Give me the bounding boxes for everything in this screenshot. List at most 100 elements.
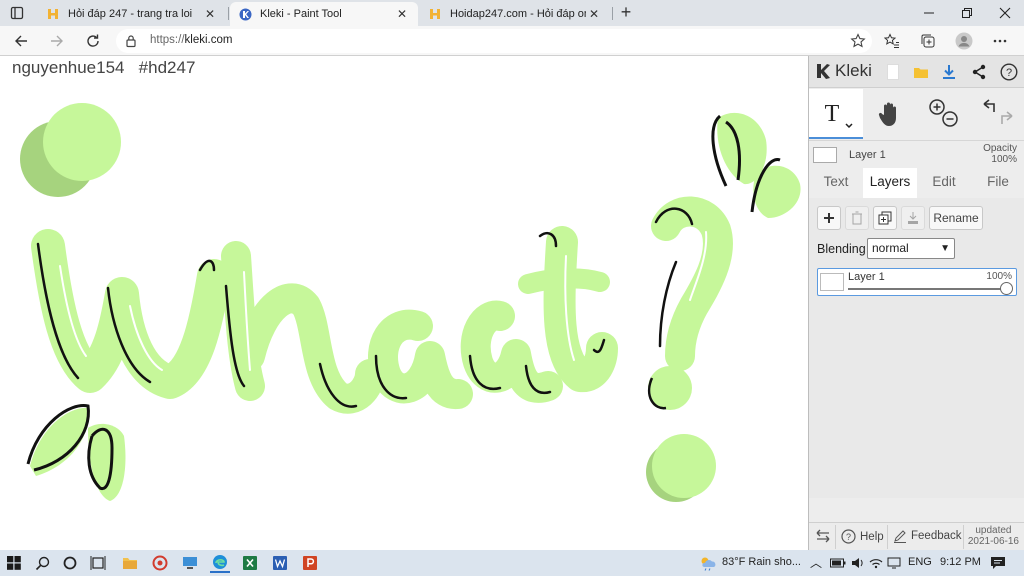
cortana-button[interactable] (60, 553, 80, 573)
updated-info[interactable]: updated 2021-06-16 (968, 525, 1019, 547)
kleki-header: Kleki ? (809, 56, 1024, 88)
browser-tab-kleki[interactable]: Kleki - Paint Tool ✕ (230, 2, 418, 26)
app-red-circle-icon (152, 555, 168, 571)
weather-text[interactable]: 83°F Rain sho... (722, 556, 801, 568)
search-button[interactable] (32, 553, 52, 573)
layer-opacity-slider-handle[interactable] (1000, 282, 1013, 295)
close-window-button[interactable] (986, 0, 1024, 26)
text-tool-icon: T (825, 101, 853, 129)
restore-button[interactable] (948, 0, 986, 26)
help-button[interactable]: ? (999, 62, 1019, 82)
tab-file[interactable]: File (971, 168, 1024, 198)
layer-thumbnail (820, 273, 844, 291)
wifi-icon[interactable] (866, 553, 886, 573)
browser-tab-hoidap-online[interactable]: Hoidap247.com - Hỏi đáp online ✕ (420, 2, 610, 26)
task-view-button[interactable] (88, 553, 108, 573)
address-bar[interactable]: https://kleki.com (116, 29, 872, 53)
profile-button[interactable] (954, 31, 974, 51)
forward-button[interactable] (46, 30, 68, 52)
edge-icon (213, 555, 227, 569)
windows-logo-icon (7, 556, 21, 570)
battery-icon[interactable] (828, 553, 848, 573)
favorites-button[interactable] (882, 31, 902, 51)
rename-layer-button[interactable]: Rename (929, 206, 983, 230)
text-tool-button[interactable]: T (809, 89, 863, 139)
question-circle-icon: ? (841, 529, 856, 544)
open-folder-button[interactable] (911, 62, 931, 82)
download-button[interactable] (939, 62, 959, 82)
clock-time[interactable]: 9:12 PM (940, 556, 981, 568)
refresh-icon (87, 34, 99, 47)
current-layer-summary[interactable]: Layer 1 Opacity 100% (809, 140, 1024, 170)
layer-opacity-slider-track[interactable] (848, 288, 1008, 290)
folder-icon (914, 68, 928, 78)
desktop-app-button[interactable] (180, 553, 200, 573)
blending-mode-select[interactable]: normal ▼ (867, 238, 955, 259)
excel-button[interactable] (240, 553, 260, 573)
merge-down-button[interactable] (901, 206, 925, 230)
edge-taskbar-button[interactable] (210, 553, 230, 573)
tab-actions-button[interactable] (0, 0, 34, 26)
volume-icon[interactable] (848, 553, 868, 573)
layer-list-item[interactable]: Layer 1 100% (817, 268, 1017, 296)
close-tab-icon[interactable]: ✕ (586, 7, 602, 21)
hand-tool-button[interactable] (863, 89, 917, 139)
app-button[interactable] (150, 553, 170, 573)
help-link[interactable]: ? Help (841, 529, 884, 544)
file-explorer-button[interactable] (120, 553, 140, 573)
close-tab-icon[interactable]: ✕ (394, 7, 410, 21)
layers-panel: Rename Blending normal ▼ Layer 1 100% (809, 198, 1024, 498)
notification-center-button[interactable] (988, 553, 1008, 573)
refresh-button[interactable] (82, 30, 104, 52)
back-button[interactable] (10, 30, 32, 52)
undo-redo-button[interactable] (971, 89, 1024, 139)
add-layer-button[interactable] (817, 206, 841, 230)
tab-edit[interactable]: Edit (917, 168, 971, 198)
duplicate-layer-button[interactable] (873, 206, 897, 230)
settings-more-button[interactable] (990, 31, 1010, 51)
weather-icon[interactable] (698, 553, 718, 573)
avatar-icon (955, 32, 973, 50)
minimize-button[interactable] (910, 0, 948, 26)
input-language[interactable]: ENG (908, 556, 932, 568)
favorite-star-icon[interactable] (850, 33, 866, 49)
tab-layers[interactable]: Layers (863, 168, 917, 198)
powerpoint-icon (303, 556, 317, 570)
kleki-logo-icon (817, 64, 830, 79)
drawing-canvas[interactable]: nguyenhue154 #hd247 (0, 56, 808, 550)
chevron-up-icon[interactable]: ︿ (810, 554, 822, 571)
cortana-circle-icon (63, 556, 77, 570)
blending-label: Blending (817, 242, 866, 256)
new-tab-button[interactable]: + (614, 2, 638, 24)
kleki-logo-text: Kleki (835, 61, 872, 80)
lock-icon[interactable] (124, 34, 138, 48)
word-icon (273, 556, 287, 570)
close-tab-icon[interactable]: ✕ (202, 7, 218, 21)
tab-title: Hoidap247.com - Hỏi đáp online (450, 8, 586, 20)
current-layer-opacity: Opacity 100% (983, 143, 1017, 165)
kleki-logo[interactable]: Kleki (815, 61, 872, 81)
share-button[interactable] (969, 62, 989, 82)
start-button[interactable] (4, 553, 24, 573)
undo-redo-icon (983, 99, 1013, 124)
new-image-button[interactable] (883, 62, 903, 82)
feedback-link[interactable]: Feedback (893, 529, 962, 543)
decor-leaf (753, 165, 801, 218)
browser-tab-hoidap[interactable]: Hỏi đáp 247 - trang tra loi ✕ (38, 2, 226, 26)
swap-side-button[interactable] (815, 529, 831, 543)
trash-icon (852, 211, 862, 225)
delete-layer-button[interactable] (845, 206, 869, 230)
url-text[interactable]: https://kleki.com (150, 34, 232, 46)
zoom-tool-button[interactable] (917, 89, 971, 139)
tab-text[interactable]: Text (809, 168, 863, 198)
feedback-pen-icon (894, 530, 906, 543)
plus-icon (824, 213, 834, 223)
word-button[interactable] (270, 553, 290, 573)
collections-button[interactable] (918, 31, 938, 51)
current-layer-name: Layer 1 (849, 149, 886, 161)
browser-tab-strip: Hỏi đáp 247 - trang tra loi ✕ Kleki - Pa… (0, 0, 1024, 26)
decor-circle (652, 434, 716, 498)
display-icon[interactable] (884, 553, 904, 573)
powerpoint-button[interactable] (300, 553, 320, 573)
footer-divider (835, 525, 836, 549)
